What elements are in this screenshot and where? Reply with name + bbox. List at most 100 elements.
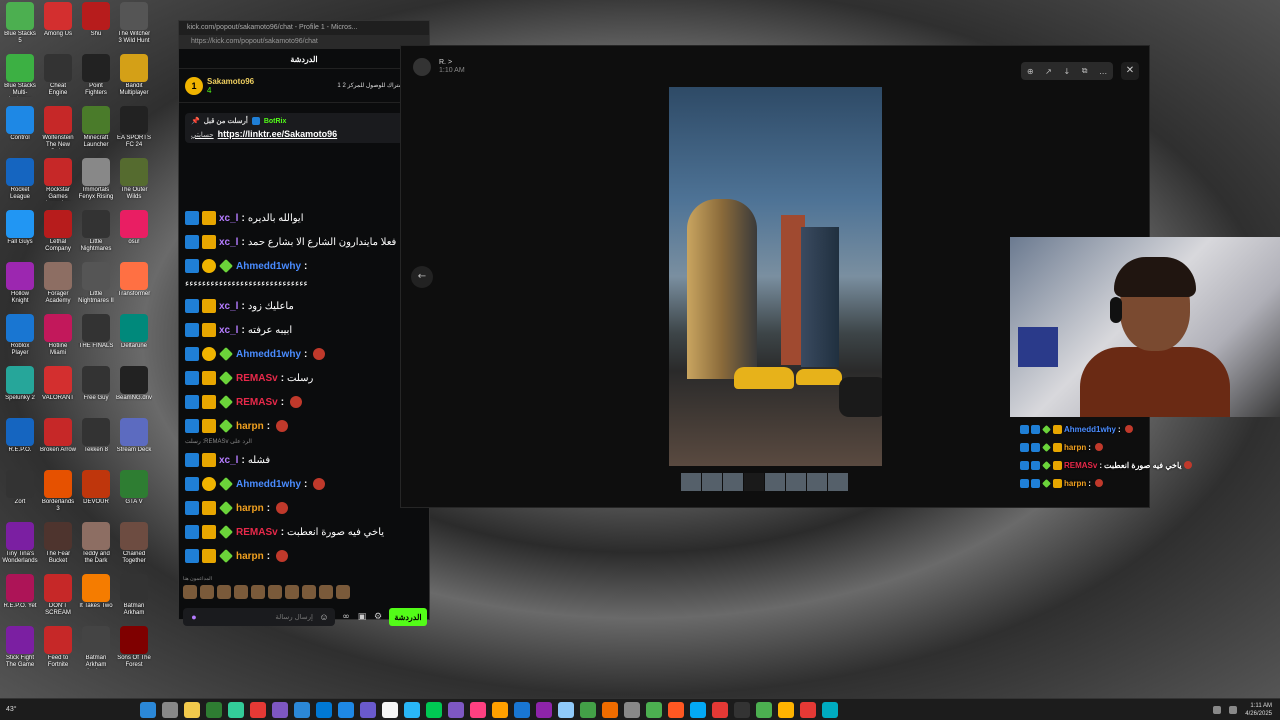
chat-username[interactable]: harpn	[236, 551, 264, 562]
taskbar-app-icon[interactable]	[822, 701, 838, 718]
weather-widget[interactable]: 43°	[0, 706, 40, 713]
thumbnail[interactable]	[744, 473, 764, 491]
desktop-icon[interactable]: DON'T SCREAM	[40, 574, 76, 617]
desktop-icon[interactable]: The Outer Wilds	[116, 158, 152, 201]
pin-icon[interactable]: 📌	[191, 117, 200, 125]
taskbar-app-icon[interactable]	[338, 701, 354, 718]
taskbar-app-icon[interactable]	[558, 701, 574, 718]
taskbar-app-icon[interactable]	[316, 701, 332, 718]
window-titlebar[interactable]: kick.com/popout/sakamoto96/chat - Profil…	[179, 21, 429, 35]
zoom-icon[interactable]: ⊕	[1027, 67, 1034, 76]
desktop-icon[interactable]: Minecraft Launcher	[78, 106, 114, 149]
chat-message[interactable]: harpn:	[185, 414, 425, 438]
share-icon[interactable]: ↗	[1045, 67, 1052, 76]
chat-message[interactable]: xc_l: ايوالله بالديره	[185, 206, 425, 230]
taskbar-app-icon[interactable]	[250, 701, 266, 718]
pinned-bot-name[interactable]: BotRix	[264, 118, 287, 125]
emoji-icon[interactable]: ☺	[319, 612, 329, 622]
taskbar-app-icon[interactable]	[448, 701, 464, 718]
emote-icon[interactable]	[276, 420, 289, 432]
desktop-icon[interactable]: Zort	[2, 470, 38, 513]
taskbar-app-icon[interactable]	[184, 701, 200, 718]
desktop-icon[interactable]: Deltarune	[116, 314, 152, 357]
chat-message[interactable]: Ahmedd1why:	[185, 342, 425, 366]
emote-icon[interactable]	[217, 585, 231, 599]
microphone-icon[interactable]: ●	[189, 612, 199, 622]
desktop-icon[interactable]: Transformer	[116, 262, 152, 305]
subscription-goal-bar[interactable]: 1 Sakamoto96 4 1 إهداء الاشتراك للوصول ل…	[179, 69, 429, 103]
chat-username[interactable]: xc_l	[219, 455, 238, 466]
clock[interactable]: 1:11 AM 4/26/2025	[1245, 702, 1272, 718]
chat-username[interactable]: Ahmedd1why	[236, 349, 301, 360]
taskbar-app-icon[interactable]	[536, 701, 552, 718]
desktop-icon[interactable]: VALORANT	[40, 366, 76, 409]
emote-icon[interactable]	[313, 348, 326, 360]
taskbar-app-icon[interactable]	[140, 701, 156, 718]
chat-username[interactable]: xc_l	[219, 301, 238, 312]
emote-icon[interactable]	[251, 585, 265, 599]
chat-username[interactable]: Ahmedd1why	[236, 261, 301, 272]
taskbar-app-icon[interactable]	[756, 701, 772, 718]
desktop-icon[interactable]: Shu	[78, 2, 114, 45]
emote-icon[interactable]	[268, 585, 282, 599]
taskbar-app-icon[interactable]	[646, 701, 662, 718]
chat-message[interactable]: xc_l: ماعليك زود	[185, 294, 425, 318]
taskbar-app-icon[interactable]	[800, 701, 816, 718]
thumbnail[interactable]	[807, 473, 827, 491]
desktop-icon[interactable]: R.E.P.O.	[2, 418, 38, 461]
taskbar-app-icon[interactable]	[294, 701, 310, 718]
chat-message[interactable]: harpn:	[185, 496, 425, 520]
previous-arrow-icon[interactable]: ←	[411, 266, 433, 288]
chat-messages[interactable]: xc_l: ايوالله بالديره xc_l: فعلا مايندارون …	[185, 206, 425, 568]
pinned-link[interactable]: https://linktr.ee/Sakamoto96	[218, 129, 338, 139]
desktop-icon[interactable]: Hotline Miami	[40, 314, 76, 357]
taskbar-app-icon[interactable]	[206, 701, 222, 718]
chat-message[interactable]: REMASv:	[185, 390, 425, 414]
gear-icon[interactable]: ⚙	[373, 612, 383, 622]
sender-name[interactable]: R. >	[439, 59, 465, 67]
chat-message[interactable]: REMASv: ياخي فيه صورة انعطبت	[185, 520, 425, 544]
message-input-box[interactable]: ● ☺	[183, 608, 335, 626]
desktop-icon[interactable]: It Takes Two	[78, 574, 114, 617]
pinned-message[interactable]: 📌 أرسلت من قبل BotRix حسابتي https://link…	[185, 113, 423, 143]
close-icon[interactable]: ✕	[1121, 62, 1139, 80]
thumbnail[interactable]	[828, 473, 848, 491]
desktop-icon[interactable]: Forager Academy	[40, 262, 76, 305]
desktop-icon[interactable]: Tekken 8	[78, 418, 114, 461]
taskbar-app-icon[interactable]	[734, 701, 750, 718]
chat-message[interactable]: xc_l: فعلا مايندارون الشارع الا بشارع حمد	[185, 230, 425, 254]
desktop-icon[interactable]: Cheat Engine	[40, 54, 76, 97]
desktop-icon[interactable]: THE FINALS	[78, 314, 114, 357]
taskbar-app-icon[interactable]	[162, 701, 178, 718]
url-bar[interactable]: https://kick.com/popout/sakamoto96/chat	[179, 35, 429, 49]
chat-message[interactable]: xc_l: ابيبه عرفته	[185, 318, 425, 342]
desktop-icon[interactable]: DEVOUR	[78, 470, 114, 513]
open-external-icon[interactable]: ⧉	[1082, 66, 1088, 76]
more-icon[interactable]: …	[1099, 67, 1107, 76]
desktop-icon[interactable]: Broken Arrow	[40, 418, 76, 461]
desktop-icon[interactable]: The Fear Bucket	[40, 522, 76, 565]
desktop-icon[interactable]: Chained Together	[116, 522, 152, 565]
desktop-icon[interactable]: EA SPORTS FC 24	[116, 106, 152, 149]
desktop-icon[interactable]: Batman Arkham	[116, 574, 152, 617]
desktop-icon[interactable]: Blue Stacks Multi-Instance	[2, 54, 38, 97]
desktop-icon[interactable]: Rocket League	[2, 158, 38, 201]
taskbar-app-icon[interactable]	[228, 701, 244, 718]
emote-icon[interactable]	[313, 478, 326, 490]
chat-username[interactable]: xc_l	[219, 325, 238, 336]
taskbar-app-icon[interactable]	[580, 701, 596, 718]
chat-message[interactable]: Ahmedd1why:	[185, 254, 425, 278]
thumbnail[interactable]	[702, 473, 722, 491]
emote-icon[interactable]	[276, 502, 289, 514]
send-button[interactable]: الدردشة	[389, 608, 427, 626]
desktop-icon[interactable]: osu!	[116, 210, 152, 253]
taskbar-app-icon[interactable]	[404, 701, 420, 718]
emote-icon[interactable]	[200, 585, 214, 599]
taskbar-app-icon[interactable]	[470, 701, 486, 718]
chat-username[interactable]: REMASv	[236, 527, 278, 538]
message-input[interactable]	[205, 613, 313, 621]
taskbar-app-icon[interactable]	[668, 701, 684, 718]
desktop-icon[interactable]: Blue Stacks 5	[2, 2, 38, 45]
desktop-icon[interactable]: Free Guy	[78, 366, 114, 409]
wifi-icon[interactable]	[1213, 705, 1222, 714]
